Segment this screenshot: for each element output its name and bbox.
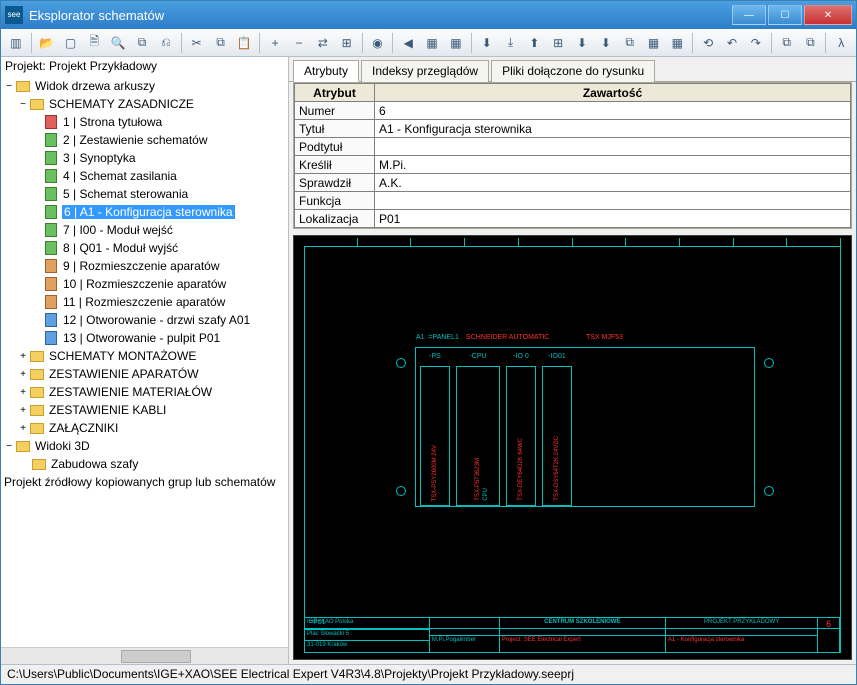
tree-sheet[interactable]: 12 | Otworowanie - drzwi szafy A01 <box>3 311 288 329</box>
tool-icon[interactable]: ⇄ <box>312 32 334 54</box>
tool-icon[interactable]: ⬇ <box>476 32 498 54</box>
tool-icon[interactable]: ⟲ <box>697 32 719 54</box>
tree-sheet[interactable]: 2 | Zestawienie schematów <box>3 131 288 149</box>
new-icon[interactable]: 🗎 <box>83 32 105 54</box>
attr-row[interactable]: Numer6 <box>295 102 851 120</box>
attr-row[interactable]: Funkcja <box>295 192 851 210</box>
attr-row[interactable]: TytułA1 - Konfiguracja sterownika <box>295 120 851 138</box>
status-bar: C:\Users\Public\Documents\IGE+XAO\SEE El… <box>1 664 856 684</box>
tool-icon[interactable]: ▦ <box>666 32 688 54</box>
redo-icon[interactable]: ↷ <box>745 32 767 54</box>
col-content: Zawartość <box>375 84 851 102</box>
open-icon[interactable]: 📂 <box>36 32 58 54</box>
attribute-panel: AtrybutZawartość Numer6 TytułA1 - Konfig… <box>293 82 852 229</box>
col-attribute: Atrybut <box>295 84 375 102</box>
tree-sheet[interactable]: 5 | Schemat sterowania <box>3 185 288 203</box>
search-icon[interactable]: 🔍 <box>107 32 129 54</box>
toolbar: ▥ 📂 ▢ 🗎 🔍 ⧉ ⎌ ✂ ⧉ 📋 + − ⇄ ⊞ ◉ ◀ ▦ ▦ ⬇ ⤓ … <box>1 29 856 57</box>
tree-root[interactable]: Projekt źródłowy kopiowanych grup lub sc… <box>3 473 288 491</box>
tab-indexes[interactable]: Indeksy przeglądów <box>361 60 489 82</box>
tree-view[interactable]: −Widok drzewa arkuszy −SCHEMATY ZASADNIC… <box>1 75 288 647</box>
minimize-button[interactable]: — <box>732 5 766 25</box>
tree-root[interactable]: −Widoki 3D <box>3 437 288 455</box>
tool-icon[interactable]: ▥ <box>5 32 27 54</box>
tool-icon[interactable]: ⧉ <box>619 32 641 54</box>
tool-icon[interactable]: ⤓ <box>500 32 522 54</box>
plc-rack: A1 =PANEL1 SCHNEIDER AUTOMATIC TSX MJF53… <box>415 347 755 507</box>
tree-folder[interactable]: −SCHEMATY ZASADNICZE <box>3 95 288 113</box>
tree-sheet[interactable]: 9 | Rozmieszczenie aparatów <box>3 257 288 275</box>
tree-folder[interactable]: +ZAŁĄCZNIKI <box>3 419 288 437</box>
tool-icon[interactable]: ⬇ <box>595 32 617 54</box>
tree-sheet[interactable]: 13 | Otworowanie - pulpit P01 <box>3 329 288 347</box>
app-icon: see <box>5 6 23 24</box>
tool-icon[interactable]: ⬇ <box>571 32 593 54</box>
tree-sheet[interactable]: 4 | Schemat zasilania <box>3 167 288 185</box>
close-button[interactable]: ✕ <box>804 5 852 25</box>
tree-sheet[interactable]: 7 | I00 - Moduł wejść <box>3 221 288 239</box>
tool-icon[interactable]: ▢ <box>60 32 82 54</box>
tool-icon[interactable]: ◉ <box>367 32 389 54</box>
titlebar: see Eksplorator schematów — ☐ ✕ <box>1 1 856 29</box>
tool-icon[interactable]: − <box>288 32 310 54</box>
attr-row[interactable]: KreśliłM.Pi. <box>295 156 851 174</box>
tool-icon[interactable]: ⊞ <box>336 32 358 54</box>
tab-files[interactable]: Pliki dołączone do rysunku <box>491 60 655 82</box>
tree-folder[interactable]: +SCHEMATY MONTAŻOWE <box>3 347 288 365</box>
tool-icon[interactable]: ◀ <box>397 32 419 54</box>
horizontal-scrollbar[interactable] <box>1 647 288 664</box>
cut-icon[interactable]: ✂ <box>186 32 208 54</box>
tree-sheet[interactable]: 10 | Rozmieszczenie aparatów <box>3 275 288 293</box>
tree-folder[interactable]: +ZESTAWIENIE KABLI <box>3 401 288 419</box>
maximize-button[interactable]: ☐ <box>768 5 802 25</box>
tree-root[interactable]: −Widok drzewa arkuszy <box>3 77 288 95</box>
attr-row[interactable]: LokalizacjaP01 <box>295 210 851 228</box>
tree-sheet-selected[interactable]: 6 | A1 - Konfiguracja sterownika <box>3 203 288 221</box>
tool-icon[interactable]: + <box>264 32 286 54</box>
paste-icon[interactable]: 📋 <box>233 32 255 54</box>
drawing-preview[interactable]: A1 =PANEL1 SCHNEIDER AUTOMATIC TSX MJF53… <box>293 235 852 660</box>
tool-icon[interactable]: ▦ <box>421 32 443 54</box>
tool-icon[interactable]: ⊞ <box>547 32 569 54</box>
tool-icon[interactable]: ⧉ <box>131 32 153 54</box>
tool-icon[interactable]: ⎌ <box>155 32 177 54</box>
attr-row[interactable]: SprawdziłA.K. <box>295 174 851 192</box>
tool-icon[interactable]: ▦ <box>643 32 665 54</box>
undo-icon[interactable]: ↶ <box>721 32 743 54</box>
copy-icon[interactable]: ⧉ <box>210 32 232 54</box>
tree-folder[interactable]: +ZESTAWIENIE MATERIAŁÓW <box>3 383 288 401</box>
window-title: Eksplorator schematów <box>29 8 730 23</box>
tab-attributes[interactable]: Atrybuty <box>293 60 359 82</box>
tree-sheet[interactable]: 3 | Synoptyka <box>3 149 288 167</box>
title-block: IGE+XAO Polska Plac Słowacki 5 31-019 Kr… <box>304 617 841 653</box>
tool-icon[interactable]: ▦ <box>445 32 467 54</box>
tool-icon[interactable]: ⧉ <box>776 32 798 54</box>
tree-sheet[interactable]: 11 | Rozmieszczenie aparatów <box>3 293 288 311</box>
tool-icon[interactable]: λ <box>830 32 852 54</box>
tree-folder[interactable]: +ZESTAWIENIE APARATÓW <box>3 365 288 383</box>
tree-folder[interactable]: Zabudowa szafy <box>3 455 288 473</box>
sheet-border: A1 =PANEL1 SCHNEIDER AUTOMATIC TSX MJF53… <box>304 246 841 629</box>
tree-sheet[interactable]: 1 | Strona tytułowa <box>3 113 288 131</box>
project-label: Projekt: Projekt Przykładowy <box>1 57 288 75</box>
tool-icon[interactable]: ⬆ <box>523 32 545 54</box>
tree-sheet[interactable]: 8 | Q01 - Moduł wyjść <box>3 239 288 257</box>
tab-bar: Atrybuty Indeksy przeglądów Pliki dołącz… <box>289 57 856 82</box>
tool-icon[interactable]: ⧉ <box>800 32 822 54</box>
attr-row[interactable]: Podtytuł <box>295 138 851 156</box>
